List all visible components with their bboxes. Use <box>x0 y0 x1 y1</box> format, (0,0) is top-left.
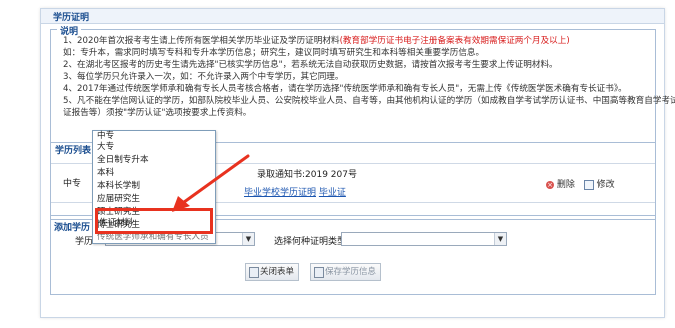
save-icon <box>314 267 324 278</box>
delete-icon[interactable]: × <box>546 180 554 189</box>
dropdown-option[interactable]: 大专 <box>97 142 114 153</box>
edit-icon[interactable] <box>583 179 594 190</box>
chevron-down-icon[interactable]: ▼ <box>242 233 254 245</box>
school-proof-link[interactable]: 毕业学校学历证明 <box>244 188 316 198</box>
dropdown-option[interactable]: 中专 <box>97 131 114 142</box>
row-actions: × 删除 修改 <box>546 177 615 190</box>
instruction-line-4: 3、每位学历只允许录入一次，如：不允许录入两个中专学历，其它同理。 <box>63 72 344 82</box>
edit-link[interactable]: 修改 <box>597 180 615 190</box>
close-form-button[interactable]: 关闭表单 <box>245 263 300 281</box>
proof-type-label: 选择何种证明类型: <box>274 237 350 247</box>
education-list-title: 学历列表 <box>55 146 92 156</box>
close-form-label: 关闭表单 <box>260 267 295 277</box>
instruction-line-6: 5、凡不能在学信网认证的学历，如部队院校毕业人员、公安院校毕业人员、自考等，由其… <box>63 96 675 106</box>
dropdown-option[interactable]: 应届研究生 <box>97 194 140 205</box>
instruction-line-1-warning: (教育部学历证书电子注册备案表有效期需保证两个月及以上) <box>339 36 570 46</box>
instruction-line-3: 2、在湖北考区报考的历史考生请先选择"已核实学历信息"，若系统无法自动获取历史数… <box>63 60 558 70</box>
diploma-link[interactable]: 毕业证 <box>319 188 346 198</box>
dropdown-option[interactable]: 全日制专升本 <box>97 155 149 166</box>
instruction-line-1: 1、2020年首次报考考生请上传所有医学相关学历毕业证及学历证明材料(教育部学历… <box>63 36 570 47</box>
dropdown-option[interactable]: 本科长学制 <box>97 181 140 192</box>
proof-type-select[interactable]: ▼ <box>341 232 507 246</box>
instruction-line-1-text: 1、2020年首次报考考生请上传所有医学相关学历毕业证及学历证明材料 <box>63 36 340 46</box>
instructions-box: 说明 1、2020年首次报考考生请上传所有医学相关学历毕业证及学历证明材料(教育… <box>50 24 675 143</box>
panel-title: 学历证明 <box>53 13 90 23</box>
highlighted-option-box: 佐证材料 <box>95 208 213 234</box>
proof-links: 毕业学校学历证明 毕业证 <box>244 185 346 198</box>
save-education-button[interactable]: 保存学历信息 <box>310 263 382 281</box>
add-education-title: 添加学历 <box>54 223 91 233</box>
delete-link[interactable]: 删除 <box>557 180 575 190</box>
admission-info: 录取通知书:2019 207号 <box>257 170 357 180</box>
panel-titlebar: 学历证明 <box>41 9 664 24</box>
close-form-icon <box>249 267 259 278</box>
dropdown-option[interactable]: 本科 <box>97 168 114 179</box>
instruction-line-5: 4、2017年通过传统医学师承和确有专长人员考核合格者，请在学历选择"传统医学师… <box>63 84 627 94</box>
chevron-down-icon[interactable]: ▼ <box>494 233 506 245</box>
education-level: 中专 <box>63 179 82 189</box>
save-education-label: 保存学历信息 <box>325 267 377 277</box>
highlighted-option[interactable]: 佐证材料 <box>99 216 133 228</box>
instruction-line-7: 证报告等）须按"学历认证"选项按要求上传资料。 <box>63 108 252 118</box>
instruction-line-2: 如：专升本，需求同时填写专科和专升本学历信息；研究生，建议同时填写研究生和本科等… <box>63 48 485 58</box>
